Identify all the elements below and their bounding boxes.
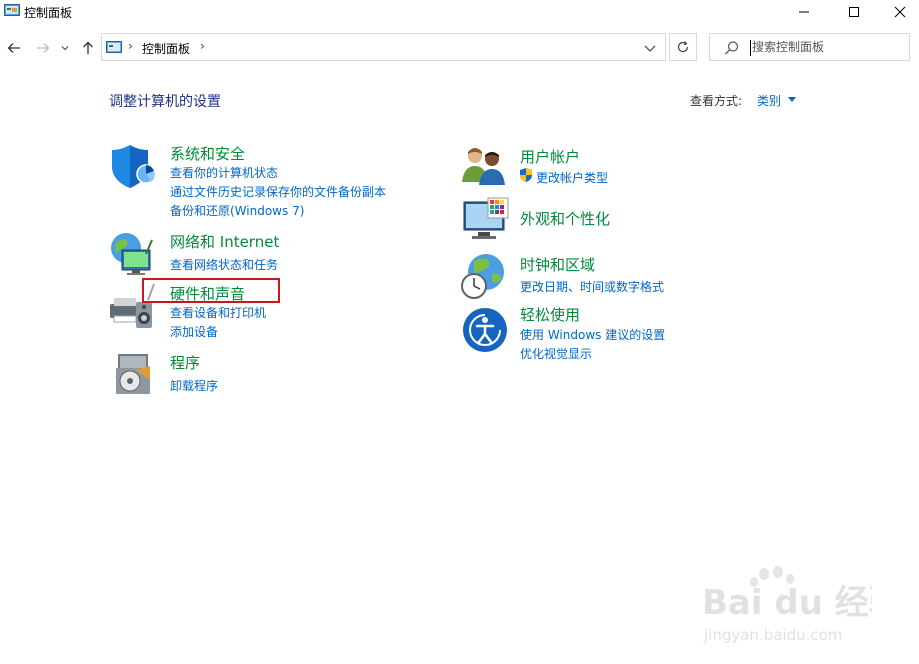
programs-disc-icon[interactable] [110,350,158,398]
up-button[interactable] [78,38,98,58]
link-change-account-type[interactable]: 更改帐户类型 [536,169,608,186]
link-file-history-backup[interactable]: 通过文件历史记录保存你的文件备份副本 [170,183,386,200]
link-view-network-status[interactable]: 查看网络状态和任务 [170,256,278,273]
view-by-dropdown-arrow-icon[interactable] [788,97,796,102]
network-globe-icon[interactable] [108,230,156,278]
ease-of-access-icon[interactable] [461,306,509,354]
link-use-windows-recommended[interactable]: 使用 Windows 建议的设置 [520,326,665,343]
maximize-icon [849,7,859,17]
baidu-watermark: Bai du 经验 jingyan.baidu.com [702,566,872,644]
view-by-dropdown[interactable]: 类别 [757,92,781,109]
refresh-icon [677,41,689,53]
address-history-dropdown-icon[interactable] [642,40,658,56]
user-accounts-icon[interactable] [460,142,508,190]
category-title-network-internet[interactable]: 网络和 Internet [170,231,279,252]
link-backup-restore[interactable]: 备份和还原(Windows 7) [170,202,304,219]
breadcrumb-separator-icon[interactable]: › [200,39,205,53]
category-title-user-accounts[interactable]: 用户帐户 [520,146,580,167]
recent-locations-button[interactable] [58,38,72,58]
close-button[interactable] [877,0,919,24]
category-title-ease-of-access[interactable]: 轻松使用 [520,304,580,325]
arrow-left-icon [7,43,20,53]
link-uninstall-program[interactable]: 卸载程序 [170,377,218,394]
arrow-right-icon [37,43,50,53]
page-heading: 调整计算机的设置 [109,94,221,110]
appearance-monitor-icon[interactable] [462,196,510,244]
text-cursor [750,40,751,56]
control-panel-small-icon [106,41,122,53]
address-bar[interactable]: › 控制面板 › [101,33,666,61]
highlight-box [142,278,280,303]
link-add-device[interactable]: 添加设备 [170,323,218,340]
search-input[interactable] [752,38,902,56]
refresh-button[interactable] [669,33,697,61]
category-title-programs[interactable]: 程序 [170,352,200,373]
back-button[interactable] [4,38,24,58]
maximize-button[interactable] [831,0,877,24]
watermark-brand: Bai du 经验 [702,583,872,623]
close-icon [894,6,906,18]
search-icon [725,41,739,55]
arrow-up-icon [83,41,93,54]
link-view-devices-printers[interactable]: 查看设备和打印机 [170,304,266,321]
chevron-down-icon [61,46,69,51]
uac-shield-icon [520,168,532,182]
watermark-site: jingyan.baidu.com [703,626,842,644]
breadcrumb-control-panel[interactable]: 控制面板 [142,40,190,57]
link-change-date-time-format[interactable]: 更改日期、时间或数字格式 [520,278,664,295]
category-title-clock-region[interactable]: 时钟和区域 [520,254,595,275]
title-bar: 控制面板 [0,0,919,26]
category-title-appearance[interactable]: 外观和个性化 [520,208,610,229]
link-optimize-visual-display[interactable]: 优化视觉显示 [520,345,592,362]
minimize-icon [799,11,809,13]
category-title-system-security[interactable]: 系统和安全 [170,143,245,164]
clock-globe-icon[interactable] [460,252,508,300]
view-by-label: 查看方式: [690,94,743,108]
link-view-computer-status[interactable]: 查看你的计算机状态 [170,164,278,181]
search-box[interactable] [709,33,910,61]
breadcrumb-separator-icon: › [128,39,133,53]
minimize-button[interactable] [781,0,827,24]
control-panel-icon [4,4,20,16]
window-title: 控制面板 [24,6,73,20]
shield-icon[interactable] [108,142,156,190]
forward-button[interactable] [33,38,53,58]
